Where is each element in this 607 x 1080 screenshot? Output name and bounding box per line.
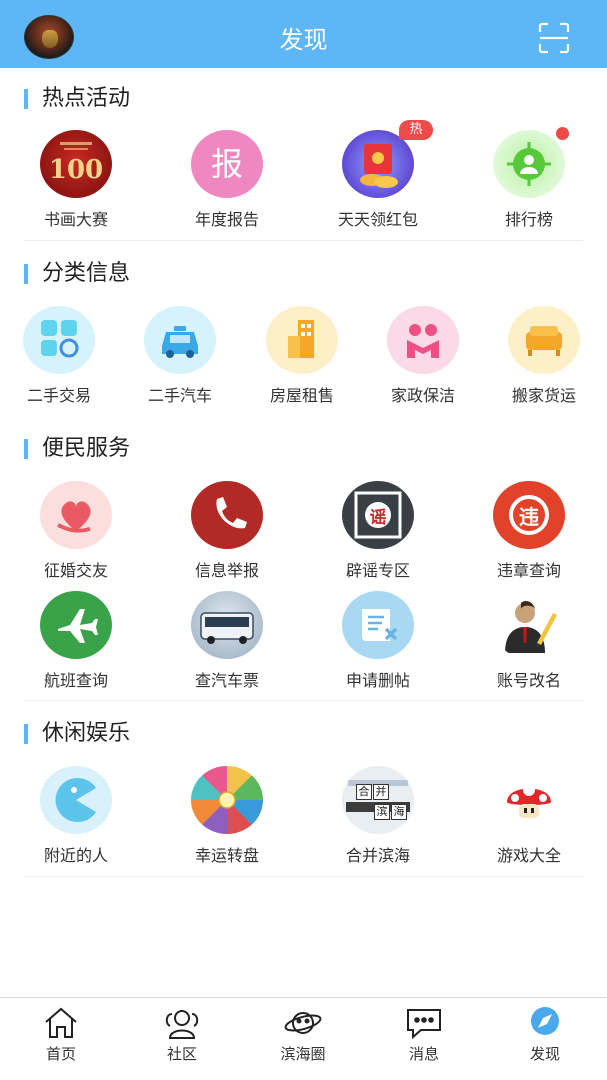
item-label: 二手汽车 [147,386,212,405]
item-label: 书画大赛 [43,210,108,229]
item-label: 航班查询 [43,671,108,690]
report-glyph: 报 [210,145,243,183]
item-label: 二手交易 [26,386,91,405]
service-item-report-info[interactable]: 信息举报 [167,481,287,581]
tab-label: 消息 [408,1045,439,1063]
item-label: 游戏大全 [496,846,561,865]
rumor-glyph: 谣 [369,508,387,528]
bus-icon [191,591,263,659]
planet-icon [284,1012,322,1034]
rumor-debunk-icon: 谣 [342,481,414,549]
service-item-dating[interactable]: 征婚交友 [16,481,136,581]
annual-report-icon: 报 [191,130,263,198]
housing-icon [266,306,338,374]
leisure-item-lucky-wheel[interactable]: 幸运转盘 [167,766,287,866]
item-label: 违章查询 [496,561,561,580]
home-icon [45,1007,77,1038]
delete-post-icon [342,591,414,659]
used-car-icon [144,306,216,374]
item-label: 合并滨海 [345,846,410,865]
service-item-bus-ticket[interactable]: 查汽车票 [167,591,287,691]
section-title-category: 分类信息 [24,261,130,287]
hot-item-red-packet[interactable]: 天天领红包 [318,130,438,230]
leisure-item-nearby[interactable]: 附近的人 [16,766,136,866]
item-label: 年度报告 [194,210,259,229]
tab-home[interactable]: 首页 [16,1006,106,1068]
item-label: 辟谣专区 [345,561,410,580]
rename-account-icon [493,591,565,659]
moving-icon [508,306,580,374]
top-bar: 发现 [0,0,607,68]
ranking-icon [493,130,565,198]
bottom-tab-bar: 首页 社区 滨海圈 消息 发现 [0,997,607,1080]
item-label: 搬家货运 [511,386,576,405]
divider [24,240,583,241]
section-title-leisure: 休闲娱乐 [24,721,130,747]
community-icon [165,1010,199,1039]
divider [24,700,583,701]
tab-community[interactable]: 社区 [137,1006,227,1068]
red-packet-icon [342,130,414,198]
item-label: 账号改名 [496,671,561,690]
hot-item-annual-report[interactable]: 报 年度报告 [167,130,287,230]
tab-label: 滨海圈 [280,1045,326,1063]
scan-icon[interactable] [538,22,570,54]
category-item-moving[interactable]: 搬家货运 [484,306,604,406]
item-label: 信息举报 [194,561,259,580]
service-item-rumor[interactable]: 谣 辟谣专区 [318,481,438,581]
merge-glyph: 合 [356,784,372,800]
tab-label: 社区 [166,1045,197,1063]
category-item-housing[interactable]: 房屋租售 [242,306,362,406]
category-item-used-car[interactable]: 二手汽车 [120,306,240,406]
item-label: 附近的人 [43,846,108,865]
page-title: 发现 [279,26,328,54]
leisure-item-merge[interactable]: 合 并 滨 海 合并滨海 [318,766,438,866]
service-item-violation[interactable]: 违 违章查询 [469,481,589,581]
item-label: 排行榜 [504,210,553,229]
service-item-delete-post[interactable]: 申请删帖 [318,591,438,691]
mushroom-game-icon [493,766,565,834]
section-title-hot: 热点活动 [24,86,130,112]
item-label: 天天领红包 [337,210,418,229]
category-item-second-hand[interactable]: 二手交易 [0,306,119,406]
item-label: 申请删帖 [345,671,410,690]
compass-icon [531,1007,559,1035]
tab-discover[interactable]: 发现 [500,1006,590,1068]
calligraphy-contest-icon: 100 [40,130,112,198]
traffic-violation-icon: 违 [493,481,565,549]
tab-messages[interactable]: 消息 [379,1006,469,1068]
hot-badge: 热 [399,120,433,140]
item-label: 征婚交友 [43,561,108,580]
service-item-flight[interactable]: 航班查询 [16,591,136,691]
item-label: 幸运转盘 [194,846,259,865]
hot-item-calligraphy[interactable]: 100 书画大赛 [16,130,136,230]
category-item-housekeeping[interactable]: 家政保洁 [363,306,483,406]
notification-dot [556,127,569,140]
tab-label: 发现 [529,1045,560,1063]
section-title-service: 便民服务 [24,436,130,462]
divider [24,876,583,877]
phone-report-icon [191,481,263,549]
merge-glyph: 并 [373,784,389,800]
dating-icon [40,481,112,549]
merge-glyph: 滨 [374,804,390,820]
nearby-people-icon [40,766,112,834]
service-item-rename[interactable]: 账号改名 [469,591,589,691]
lucky-wheel-icon [191,766,263,834]
item-label: 房屋租售 [269,386,334,405]
merge-glyph: 海 [391,804,407,820]
item-label: 家政保洁 [390,386,455,405]
message-icon [407,1009,441,1040]
leisure-item-games[interactable]: 游戏大全 [469,766,589,866]
svg-text:100: 100 [49,155,103,185]
item-label: 查汽车票 [194,671,259,690]
housekeeping-icon [387,306,459,374]
second-hand-trade-icon [23,306,95,374]
airplane-icon [40,591,112,659]
violation-glyph: 违 [519,505,539,529]
tab-binhai-circle[interactable]: 滨海圈 [258,1006,348,1068]
tab-label: 首页 [45,1045,76,1063]
hot-item-ranking[interactable]: 排行榜 [469,130,589,230]
merge-binhai-icon: 合 并 滨 海 [342,766,414,834]
